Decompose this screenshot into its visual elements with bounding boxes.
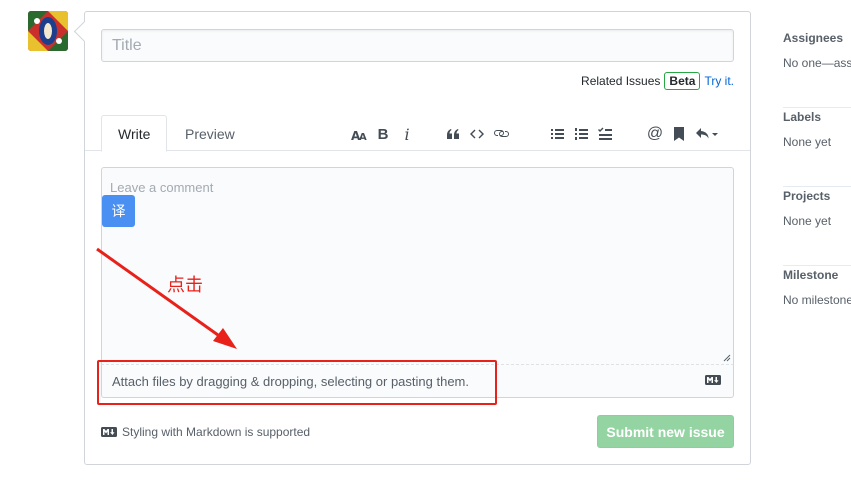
tab-write[interactable]: Write	[101, 115, 168, 152]
annotation-label: 点击	[167, 275, 203, 296]
markdown-icon	[705, 375, 721, 385]
sidebar-projects[interactable]: Projects None yet	[783, 189, 851, 266]
sidebar-projects-heading: Projects	[783, 189, 831, 203]
markdown-note-text: Styling with Markdown is supported	[122, 425, 311, 439]
text-size-icon[interactable]: AA	[347, 123, 371, 145]
quote-icon[interactable]	[441, 123, 465, 145]
sidebar-assignees[interactable]: Assignees No one—assign yourself	[783, 31, 851, 108]
related-issues-label: Related Issues	[581, 74, 661, 88]
unordered-list-icon[interactable]	[545, 123, 569, 145]
svg-text:A: A	[359, 132, 367, 142]
issue-sidebar: Assignees No one—assign yourself Labels …	[783, 29, 851, 345]
sidebar-projects-value: None yet	[783, 214, 832, 228]
code-icon[interactable]	[465, 123, 489, 145]
related-issues: Related Issues Beta Try it.	[581, 72, 734, 90]
sidebar-labels[interactable]: Labels None yet	[783, 110, 851, 187]
toolbar-list-group	[545, 123, 617, 145]
sidebar-assignees-heading: Assignees	[783, 31, 844, 45]
translate-button[interactable]: 译	[102, 195, 135, 227]
submit-new-issue-button[interactable]: Submit new issue	[597, 415, 734, 448]
sidebar-milestone-value: No milestone	[783, 293, 851, 307]
highlight-annotation-box	[97, 360, 497, 405]
link-icon[interactable]	[489, 123, 513, 145]
markdown-icon	[101, 427, 117, 437]
bold-icon[interactable]: B	[371, 123, 395, 145]
try-it-link[interactable]: Try it.	[704, 74, 734, 88]
sidebar-milestone[interactable]: Milestone No milestone	[783, 268, 851, 345]
reference-icon[interactable]	[667, 123, 691, 145]
tab-preview[interactable]: Preview	[169, 115, 251, 152]
mention-icon[interactable]: @	[643, 123, 667, 145]
toolbar-extra-group: @	[643, 123, 723, 145]
comment-textarea[interactable]	[102, 168, 733, 364]
beta-badge: Beta	[664, 72, 701, 90]
ordered-list-icon[interactable]	[569, 123, 593, 145]
reply-icon[interactable]	[691, 123, 723, 145]
italic-icon[interactable]: i	[395, 123, 419, 145]
avatar[interactable]	[28, 11, 68, 51]
sidebar-milestone-heading: Milestone	[783, 268, 839, 282]
comment-textarea-wrapper	[101, 167, 734, 365]
sidebar-labels-heading: Labels	[783, 110, 822, 124]
task-list-icon[interactable]	[593, 123, 617, 145]
sidebar-labels-value: None yet	[783, 135, 832, 149]
sidebar-assignees-value: No one—assign yourself	[783, 56, 851, 70]
title-input[interactable]	[101, 29, 734, 62]
markdown-supported-note: Styling with Markdown is supported	[101, 425, 310, 439]
toolbar-text-group: AA B i	[347, 123, 419, 145]
resize-handle-icon[interactable]	[723, 354, 731, 362]
toolbar-insert-group	[441, 123, 513, 145]
